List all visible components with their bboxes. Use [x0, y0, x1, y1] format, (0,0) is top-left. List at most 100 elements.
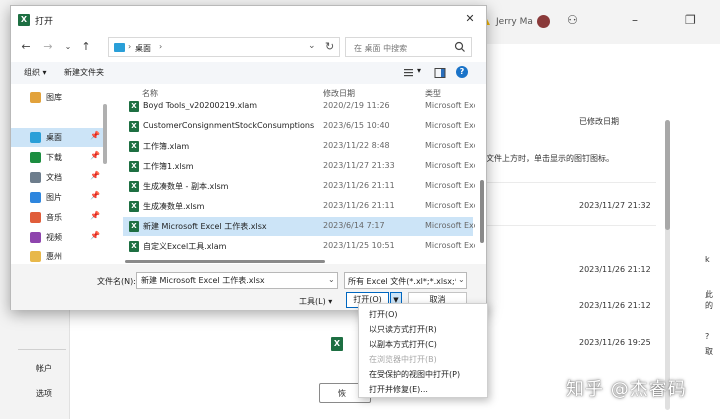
file-type: Microsoft Excel — [425, 241, 475, 250]
excel-file-icon: X — [129, 221, 139, 232]
nav-item-downloads[interactable]: 下载 📌 — [11, 148, 107, 167]
file-row[interactable]: X 生成凑数单 - 副本.xlsm 2023/11/26 21:11 Micro… — [123, 177, 475, 196]
menu-item-open-as-copy[interactable]: 以副本方式打开(C) — [369, 339, 437, 350]
file-name: CustomerConsignmentStockConsumptions... — [143, 121, 315, 130]
excel-app-icon: X — [18, 14, 30, 26]
minimize-icon[interactable]: – — [632, 13, 638, 27]
chevron-down-icon[interactable]: ⌄ — [458, 275, 465, 284]
back-arrow-icon[interactable]: ← — [18, 39, 34, 55]
avatar[interactable] — [537, 15, 550, 28]
nav-item-documents[interactable]: 文档 📌 — [11, 168, 107, 187]
modified-date-header[interactable]: 已修改日期 — [579, 116, 619, 127]
backstage-scrollbar-thumb[interactable] — [665, 120, 670, 230]
file-list-scrollbar-thumb[interactable] — [480, 180, 484, 243]
file-type-filter[interactable]: 所有 Excel 文件(*.xl*;*.xlsx;*.xls ⌄ — [344, 272, 467, 289]
horizontal-scrollbar-thumb[interactable] — [125, 260, 325, 263]
filename-combobox[interactable]: ⌄ — [136, 272, 338, 289]
file-date: 2023/11/26 21:11 — [323, 201, 395, 210]
nav-item-label: 视频 — [46, 233, 62, 242]
nav-item-videos[interactable]: 视频 📌 — [11, 228, 107, 247]
folder-icon — [114, 43, 125, 52]
file-row[interactable]: X 工作簿1.xlsm 2023/11/27 21:33 Microsoft E… — [123, 157, 475, 176]
nav-item-desktop[interactable]: 桌面 📌 — [11, 128, 107, 147]
file-row[interactable]: X 自定义Excel工具.xlam 2023/11/25 10:51 Micro… — [123, 237, 475, 256]
file-type: Microsoft Excel — [425, 221, 475, 230]
nav-item-label: 惠州 — [46, 252, 62, 261]
refresh-icon[interactable]: ↻ — [325, 40, 334, 53]
excel-file-icon: X — [129, 181, 139, 192]
file-type: Microsoft Excel — [425, 121, 475, 130]
view-chevron-icon[interactable]: ▾ — [417, 66, 421, 75]
search-icon[interactable] — [454, 41, 466, 53]
file-row[interactable]: X CustomerConsignmentStockConsumptions..… — [123, 117, 475, 136]
gallery-icon — [30, 92, 41, 103]
edge-label: 此 — [705, 290, 713, 299]
nav-item-label: 下载 — [46, 153, 62, 162]
navigation-pane: 图库 桌面 📌 下载 📌 文档 📌 图片 📌 音乐 📌 视频 📌 惠州 — [11, 84, 109, 262]
nav-scrollbar-thumb[interactable] — [103, 104, 107, 164]
filename-label: 文件名(N): — [97, 277, 136, 286]
dialog-title: 打开 — [35, 17, 54, 27]
menu-item-open-in-browser: 在浏览器中打开(B) — [369, 355, 437, 364]
menu-item-open[interactable]: 打开(O) — [369, 309, 398, 320]
file-name: 自定义Excel工具.xlam — [143, 242, 227, 251]
file-date: 2023/11/27 21:33 — [323, 161, 395, 170]
account-link[interactable]: 帐户 — [36, 363, 52, 374]
file-row[interactable]: X 生成凑数单.xlsm 2023/11/26 21:11 Microsoft … — [123, 197, 475, 216]
chevron-down-icon[interactable]: ⌄ — [308, 41, 316, 51]
menu-item-open-and-repair[interactable]: 打开并修复(E)... — [369, 384, 428, 395]
file-date: 2023/11/25 10:51 — [323, 241, 395, 250]
menu-item-open-read-only[interactable]: 以只读方式打开(R) — [369, 324, 437, 335]
file-date: 2020/2/19 11:26 — [323, 101, 390, 110]
recent-file-date: 2023/11/26 21:12 — [579, 301, 651, 310]
breadcrumb-desktop[interactable]: 桌面 — [135, 43, 151, 54]
close-icon[interactable]: ✕ — [461, 11, 479, 27]
file-date: 2023/6/15 10:40 — [323, 121, 390, 130]
forward-arrow-icon[interactable]: → — [40, 39, 56, 55]
restore-window-icon[interactable]: ❐ — [685, 13, 696, 27]
pin-icon: 📌 — [90, 211, 100, 220]
file-row[interactable]: X Boyd Tools_v20200219.xlam 2020/2/19 11… — [123, 97, 475, 116]
file-date: 2023/11/22 8:48 — [323, 141, 390, 150]
download-icon — [30, 152, 41, 163]
menu-item-open-protected-view[interactable]: 在受保护的视图中打开(P) — [369, 369, 460, 380]
organize-button[interactable]: 组织 ▾ — [24, 67, 47, 78]
breadcrumb-separator[interactable]: › — [128, 42, 131, 51]
search-box[interactable]: 在 桌面 中搜索 — [345, 37, 472, 57]
excel-file-icon: X — [129, 201, 139, 212]
excel-file-icon: X — [129, 101, 139, 112]
breadcrumb-separator[interactable]: › — [159, 42, 162, 51]
help-icon[interactable]: ? — [456, 66, 468, 78]
file-row-selected[interactable]: X 新建 Microsoft Excel 工作表.xlsx 2023/6/14 … — [123, 217, 475, 236]
user-name[interactable]: Jerry Ma — [496, 17, 533, 27]
nav-item-music[interactable]: 音乐 📌 — [11, 208, 107, 227]
address-bar[interactable]: › 桌面 › ⌄ ↻ — [108, 37, 340, 57]
file-row[interactable]: X 工作簿.xlam 2023/11/22 8:48 Microsoft Exc… — [123, 137, 475, 156]
options-link[interactable]: 选项 — [36, 388, 52, 399]
file-name: 生成凑数单.xlsm — [143, 202, 205, 211]
file-type: Microsoft Excel — [425, 181, 475, 190]
view-options-icon[interactable] — [402, 66, 416, 80]
nav-item-label: 图片 — [46, 193, 62, 202]
excel-file-icon: X — [129, 121, 139, 132]
file-type: Microsoft Excel — [425, 141, 475, 150]
preview-pane-icon[interactable] — [433, 66, 447, 80]
file-date: 2023/6/14 7:17 — [323, 221, 385, 230]
edge-label: ? — [705, 332, 710, 341]
tools-button[interactable]: 工具(L) ▾ — [299, 296, 332, 307]
nav-item-label: 图库 — [46, 93, 62, 102]
coauthor-icon[interactable]: ⚇ — [567, 13, 578, 27]
nav-item-pictures[interactable]: 图片 📌 — [11, 188, 107, 207]
pin-icon: 📌 — [90, 151, 100, 160]
file-date: 2023/11/26 21:11 — [323, 181, 395, 190]
file-name: 工作簿.xlam — [143, 142, 190, 151]
nav-item-gallery[interactable]: 图库 — [11, 88, 107, 107]
new-folder-button[interactable]: 新建文件夹 — [64, 67, 104, 78]
open-file-dialog: X 打开 ✕ ← → ⌄ ↑ › 桌面 › ⌄ ↻ 在 桌面 中搜索 组织 ▾ … — [10, 5, 487, 310]
up-arrow-icon[interactable]: ↑ — [78, 39, 94, 55]
nav-item-label: 桌面 — [46, 133, 62, 142]
filename-input[interactable] — [137, 273, 323, 288]
chevron-down-icon[interactable]: ⌄ — [328, 275, 335, 284]
recent-locations-chevron-icon[interactable]: ⌄ — [60, 39, 76, 55]
edge-label: k — [705, 255, 710, 264]
